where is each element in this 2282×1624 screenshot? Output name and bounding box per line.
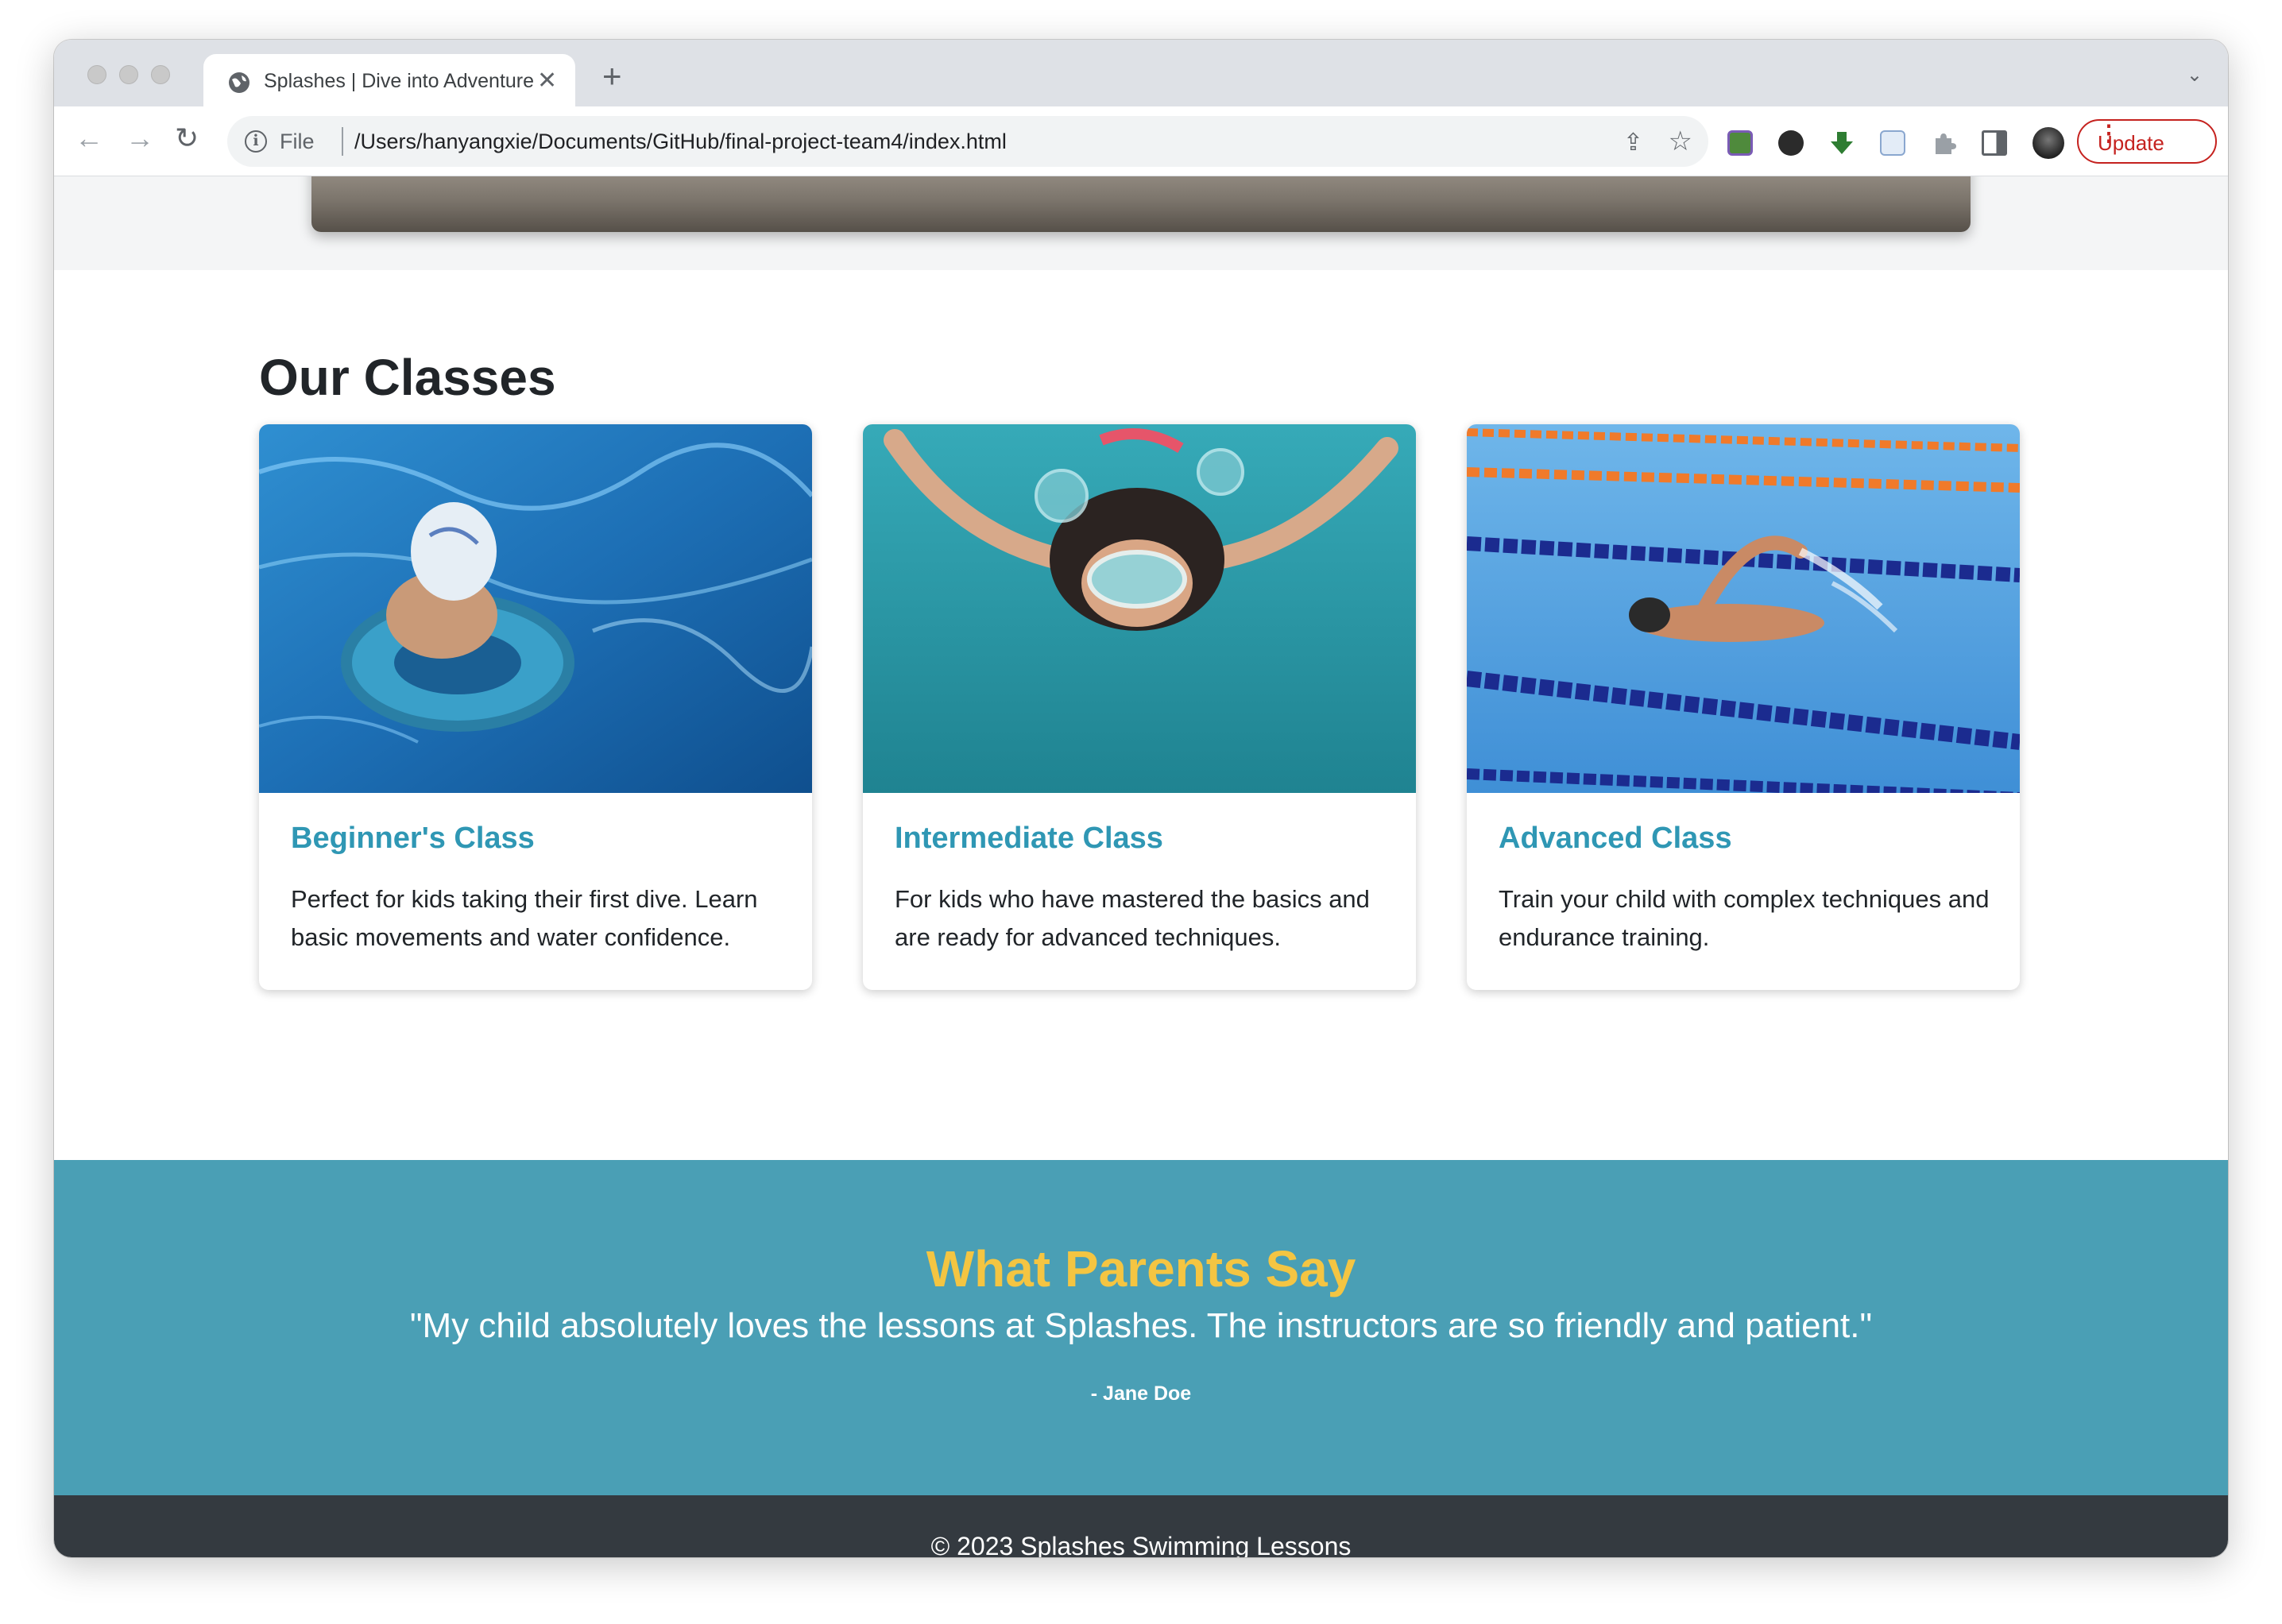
class-card-intermediate[interactable]: Intermediate Class For kids who have mas… <box>863 424 1416 990</box>
tab-strip: Splashes | Dive into Adventure ✕ + ⌄ <box>54 40 2228 108</box>
url-text[interactable]: /Users/hanyangxie/Documents/GitHub/final… <box>354 130 1007 154</box>
testimonial-author: - Jane Doe <box>1090 1382 1192 1405</box>
browser-toolbar: ← → ↻ i File /Users/hanyangxie/Documents… <box>54 106 2228 176</box>
page-content: Our Classes Beginner's Class Perfect for… <box>54 176 2228 1557</box>
new-tab-icon[interactable]: + <box>602 60 622 93</box>
menu-dots-icon[interactable]: ⋮ <box>2098 122 2199 145</box>
extension-sheets-icon[interactable] <box>1727 130 1753 156</box>
testimonials-heading: What Parents Say <box>926 1240 1356 1297</box>
reload-icon[interactable]: ↻ <box>175 122 199 154</box>
window-close-dot[interactable] <box>87 65 106 84</box>
globe-icon <box>229 72 249 93</box>
tab-close-icon[interactable]: ✕ <box>537 68 557 95</box>
download-arrow-icon[interactable] <box>1829 130 1855 156</box>
update-button[interactable]: Update ⋮ <box>2077 119 2217 164</box>
browser-tab-active[interactable]: Splashes | Dive into Adventure ✕ <box>203 54 575 108</box>
footer-copyright: © 2023 Splashes Swimming Lessons <box>930 1532 1352 1557</box>
class-card-beginner[interactable]: Beginner's Class Perfect for kids taking… <box>259 424 812 990</box>
intermediate-class-image <box>863 424 1416 793</box>
extension-media-icon[interactable] <box>1778 130 1804 156</box>
bookmark-star-icon[interactable]: ☆ <box>1669 126 1692 157</box>
avatar[interactable] <box>2033 127 2064 159</box>
window-zoom-dot[interactable] <box>151 65 170 84</box>
testimonial-quote: "My child absolutely loves the lessons a… <box>409 1306 1873 1345</box>
tab-search-chevron-icon[interactable]: ⌄ <box>2187 64 2203 87</box>
forward-arrow-icon[interactable]: → <box>126 122 154 154</box>
address-bar[interactable]: i File /Users/hanyangxie/Documents/GitHu… <box>227 116 1708 167</box>
share-icon[interactable]: ⇪ <box>1623 129 1643 157</box>
class-card-title[interactable]: Intermediate Class <box>895 822 1163 856</box>
extension-translate-icon[interactable] <box>1880 130 1905 156</box>
address-separator <box>342 127 343 156</box>
hero-section <box>54 176 2228 270</box>
testimonials-section: What Parents Say "My child absolutely lo… <box>54 1160 2228 1495</box>
beginner-class-image <box>259 424 812 793</box>
extensions-puzzle-icon[interactable] <box>1931 130 1956 156</box>
class-card-title[interactable]: Beginner's Class <box>291 822 535 856</box>
site-info-icon[interactable]: i <box>245 130 267 153</box>
scheme-label: File <box>280 130 315 153</box>
browser-window: Splashes | Dive into Adventure ✕ + ⌄ ← →… <box>54 40 2228 1557</box>
hero-image <box>311 176 1971 232</box>
back-arrow-icon[interactable]: ← <box>75 122 103 154</box>
class-card-title[interactable]: Advanced Class <box>1499 822 1732 856</box>
class-card-text: Perfect for kids taking their first dive… <box>291 885 758 951</box>
advanced-class-image <box>1467 424 2020 803</box>
class-card-advanced[interactable]: Advanced Class Train your child with com… <box>1467 424 2020 990</box>
page-footer: © 2023 Splashes Swimming Lessons <box>54 1495 2228 1557</box>
class-card-text: For kids who have mastered the basics an… <box>895 885 1370 951</box>
class-card-text: Train your child with complex techniques… <box>1499 885 1990 951</box>
side-panel-icon[interactable] <box>1982 130 2007 156</box>
tab-title: Splashes | Dive into Adventure <box>264 70 535 92</box>
classes-heading: Our Classes <box>259 349 556 406</box>
window-minimize-dot[interactable] <box>119 65 138 84</box>
